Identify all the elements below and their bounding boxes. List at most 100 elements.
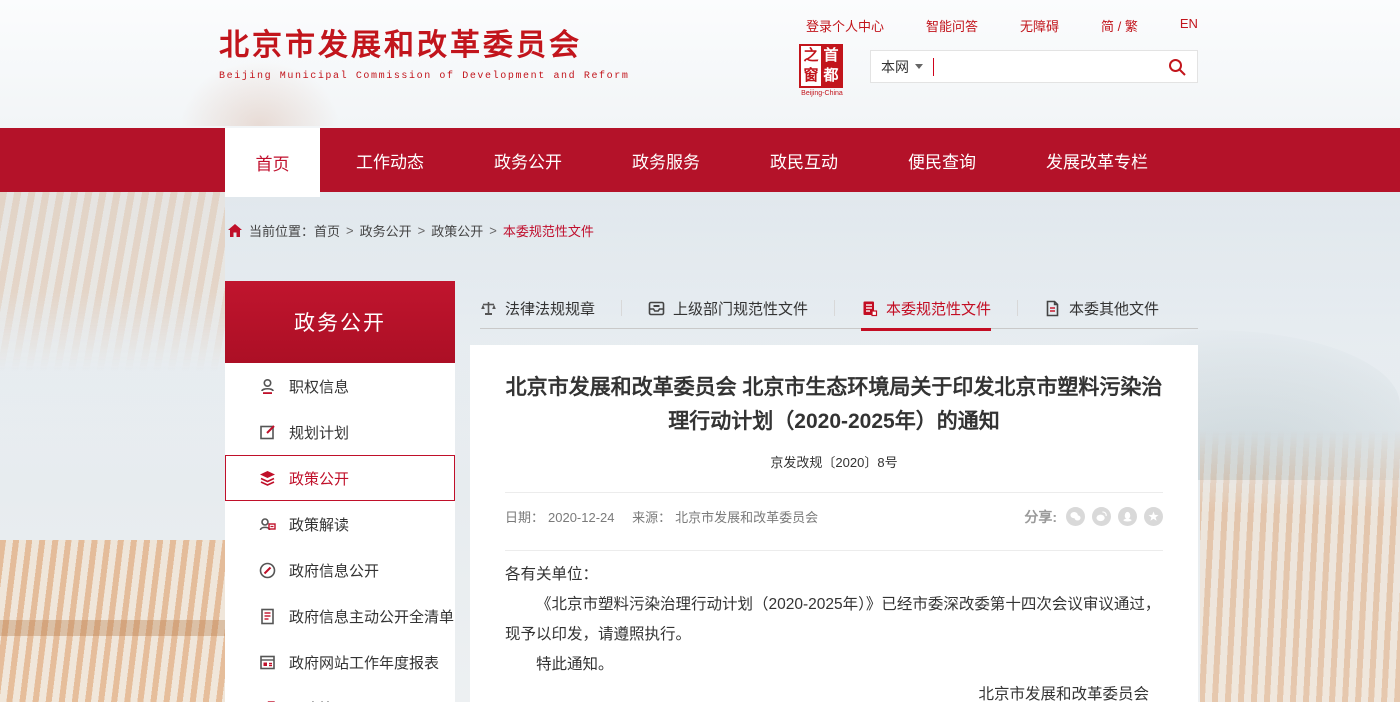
breadcrumb-separator: >	[489, 223, 497, 238]
article-title: 北京市发展和改革委员会 北京市生态环境局关于印发北京市塑料污染治理行动计划（20…	[505, 371, 1163, 439]
source-label: 来源：	[632, 510, 671, 525]
breadcrumb-separator: >	[346, 223, 354, 238]
sidebar-item-label: 规划计划	[289, 422, 349, 443]
superior-docs-icon	[648, 300, 665, 317]
nav-item-reform-special[interactable]: 发展改革专栏	[1044, 128, 1150, 192]
share-bar: 分享:	[1024, 507, 1163, 527]
tab-divider	[834, 300, 835, 316]
law-icon	[480, 300, 497, 317]
tab-label: 本委其他文件	[1069, 298, 1159, 319]
document-type-tabs: 法律法规规章 上级部门规范性文件 本委规范性文件 本委其他文件	[480, 288, 1198, 329]
sidebar-item-policy-interpretation[interactable]: 政策解读	[225, 501, 455, 547]
simplified-traditional-toggle[interactable]: 简 / 繁	[1101, 16, 1138, 35]
article-date-source: 日期：2020-12-24 来源：北京市发展和改革委员会	[505, 507, 818, 526]
more-share-button[interactable]	[1144, 507, 1163, 526]
nav-item-convenience-search[interactable]: 便民查询	[906, 128, 978, 192]
nav-item-home[interactable]: 首页	[225, 128, 320, 197]
commission-normative-icon	[861, 300, 878, 317]
sidebar-item-label: 职权信息	[289, 376, 349, 397]
site-title: 北京市发展和改革委员会	[219, 20, 629, 64]
wechat-share-button[interactable]	[1066, 507, 1085, 526]
background-roof-ridge	[0, 620, 228, 636]
breadcrumb-current: 本委规范性文件	[503, 221, 594, 240]
paragraph-2: 特此通知。	[505, 650, 1163, 680]
breadcrumb-separator: >	[418, 223, 426, 238]
search-button[interactable]	[1167, 57, 1187, 77]
disclosure-list-icon	[259, 608, 276, 625]
sidebar-item-policy-disclosure[interactable]: 政策公开	[225, 455, 455, 501]
article-body: 各有关单位： 《北京市塑料污染治理行动计划（2020-2025年）》已经市委深改…	[505, 560, 1163, 702]
site-logo[interactable]: 北京市发展和改革委员会 Beijing Municipal Commission…	[219, 20, 629, 82]
sidebar-item-label: 政策解读	[289, 514, 349, 535]
tab-label: 本委规范性文件	[886, 298, 991, 319]
date-value: 2020-12-24	[548, 510, 615, 525]
sidebar-title: 政务公开	[294, 307, 386, 337]
more-share-icon	[1148, 511, 1159, 522]
tab-divider	[1017, 300, 1018, 316]
annual-report-icon	[259, 654, 276, 671]
background-rooftop-right	[1200, 430, 1400, 702]
seal-char: 首	[821, 46, 841, 66]
seal-char: 窗	[801, 66, 821, 86]
english-link[interactable]: EN	[1180, 16, 1198, 35]
seal-char: 都	[821, 66, 841, 86]
sidebar-item-gov-info-disclosure[interactable]: 政府信息公开	[225, 547, 455, 593]
policy-disclosure-icon	[259, 470, 276, 487]
tab-label: 上级部门规范性文件	[673, 298, 808, 319]
qq-share-button[interactable]	[1118, 507, 1137, 526]
planning-icon	[259, 424, 276, 441]
date-label: 日期：	[505, 510, 544, 525]
text-cursor	[933, 58, 934, 76]
search-bar: 本网	[870, 50, 1198, 83]
breadcrumb-home[interactable]: 首页	[314, 221, 340, 240]
sidebar-item-disclosure-list[interactable]: 政府信息主动公开全清单	[225, 593, 455, 639]
tab-laws-regulations[interactable]: 法律法规规章	[480, 288, 595, 329]
breadcrumb: 当前位置： 首页 > 政务公开 > 政策公开 > 本委规范性文件	[228, 221, 594, 240]
authority-info-icon	[259, 378, 276, 395]
breadcrumb-prefix: 当前位置：	[249, 221, 314, 240]
tab-divider	[621, 300, 622, 316]
accessibility-link[interactable]: 无障碍	[1020, 16, 1059, 35]
background-rooftop-left-upper	[0, 192, 225, 372]
tab-other-commission-docs[interactable]: 本委其他文件	[1044, 288, 1159, 329]
seal-icon: 之 首 窗 都	[799, 44, 843, 88]
weibo-share-button[interactable]	[1092, 507, 1111, 526]
tab-superior-normative-docs[interactable]: 上级部门规范性文件	[648, 288, 808, 329]
search-input[interactable]	[938, 59, 1167, 75]
nav-item-gov-disclosure[interactable]: 政务公开	[492, 128, 564, 192]
qq-icon	[1122, 511, 1133, 522]
nav-item-work-news[interactable]: 工作动态	[354, 128, 426, 192]
sidebar-item-annual-report[interactable]: 政府网站工作年度报表	[225, 639, 455, 685]
sidebar-item-budget-disclosure[interactable]: 预决算公开	[225, 685, 455, 702]
tab-commission-normative-docs[interactable]: 本委规范性文件	[861, 288, 991, 329]
policy-interpretation-icon	[259, 516, 276, 533]
sidebar-item-label: 政府信息公开	[289, 560, 379, 581]
signature: 北京市发展和改革委员会	[505, 680, 1163, 702]
breadcrumb-gov-disclosure[interactable]: 政务公开	[360, 221, 412, 240]
sidebar-item-authority-info[interactable]: 职权信息	[225, 363, 455, 409]
chevron-down-icon	[915, 64, 923, 69]
sidebar-header: 政务公开	[225, 281, 455, 363]
sidebar-item-planning[interactable]: 规划计划	[225, 409, 455, 455]
breadcrumb-policy-disclosure[interactable]: 政策公开	[431, 221, 483, 240]
sidebar-item-label: 政策公开	[289, 468, 349, 489]
sidebar-item-label: 政府网站工作年度报表	[289, 652, 439, 673]
wechat-icon	[1070, 511, 1081, 522]
weibo-icon	[1096, 511, 1107, 522]
sidebar: 职权信息 规划计划 政策公开 政策解读 政府信息公开	[225, 363, 455, 702]
login-personal-center-link[interactable]: 登录个人中心	[806, 16, 884, 35]
share-label: 分享:	[1024, 507, 1057, 527]
gov-info-disclosure-icon	[259, 562, 276, 579]
seal-caption: Beijing-China	[799, 90, 845, 97]
nav-item-gov-services[interactable]: 政务服务	[630, 128, 702, 192]
capital-window-seal-logo[interactable]: 之 首 窗 都 Beijing-China	[799, 44, 845, 97]
utility-links: 登录个人中心 智能问答 无障碍 简 / 繁 EN	[806, 16, 1198, 35]
nav-item-public-interaction[interactable]: 政民互动	[768, 128, 840, 192]
search-scope-dropdown[interactable]: 本网	[881, 57, 923, 77]
other-docs-icon	[1044, 300, 1061, 317]
tab-label: 法律法规规章	[505, 298, 595, 319]
smart-qa-link[interactable]: 智能问答	[926, 16, 978, 35]
background-rooftop-left-lower	[0, 540, 228, 702]
sidebar-item-label: 政府信息主动公开全清单	[289, 606, 454, 627]
salutation: 各有关单位：	[505, 560, 1163, 590]
